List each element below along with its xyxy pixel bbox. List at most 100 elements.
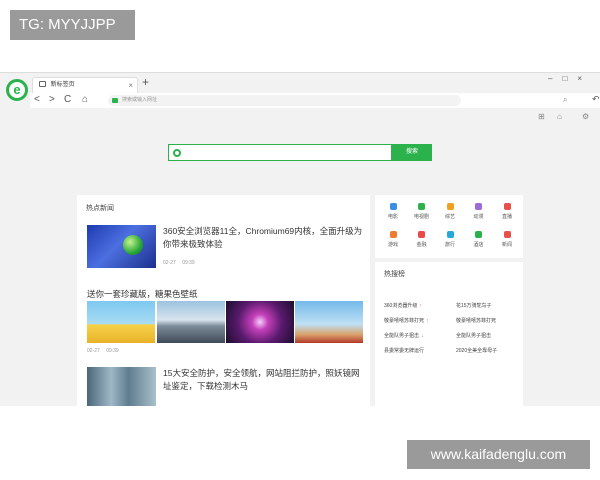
trend-up-icon: ↑ bbox=[419, 303, 422, 309]
app-shortcut[interactable]: 综艺 bbox=[435, 203, 465, 220]
app-shortcut-label: 动漫 bbox=[473, 214, 484, 220]
app-shortcuts-panel: 电影 电视剧 综艺 动漫 直播游戏 金融 旅行 酒店 新闻 bbox=[375, 195, 523, 258]
green-ball-image bbox=[123, 235, 143, 255]
app-shortcut-label: 金融 bbox=[416, 242, 427, 248]
tab-new-tab[interactable]: 新标签页 × bbox=[32, 77, 138, 93]
app-shortcut-label: 综艺 bbox=[444, 214, 455, 220]
news-section-title: 热点新闻 bbox=[86, 205, 114, 212]
hot-search-item-text: 全能队男子狙击 bbox=[456, 333, 492, 339]
undo-icon[interactable]: ↶ bbox=[592, 94, 600, 105]
app-shortcut[interactable]: 金融 bbox=[407, 231, 437, 248]
news-panel: 热点新闻 360安全浏览器11全，Chromium69内核，全面升级为你带来极致… bbox=[77, 195, 370, 406]
app-shortcut-label: 电影 bbox=[387, 214, 398, 220]
app-shortcut[interactable]: 电视剧 bbox=[407, 203, 437, 220]
hot-search-item[interactable]: 2020全美全靠母子 bbox=[456, 347, 497, 354]
browser-logo-icon: e bbox=[6, 79, 28, 101]
close-window-icon[interactable]: × bbox=[577, 74, 592, 83]
hot-search-item-text: 县委常委无牌运行 bbox=[384, 348, 425, 354]
hot-search-item[interactable]: 县委常委无牌运行 bbox=[384, 347, 424, 354]
app-shortcut-icon bbox=[389, 203, 397, 210]
tab-close-icon[interactable]: × bbox=[128, 78, 133, 93]
address-bar[interactable]: 搜索或输入网址 bbox=[108, 95, 461, 106]
app-shortcut[interactable]: 动漫 bbox=[464, 203, 494, 220]
news-time: 09:39 bbox=[182, 260, 195, 266]
app-shortcut[interactable]: 酒店 bbox=[464, 231, 494, 248]
home-icon[interactable]: ⌂ bbox=[82, 94, 88, 106]
new-tab-page: ⊞ ⌂ ⚙ 搜索 热点新闻 360安全浏览器11全，Chromium69内核，全… bbox=[0, 109, 600, 406]
search-engine-icon bbox=[173, 149, 181, 157]
hot-search-item[interactable]: 360浏览器升级 ↑ bbox=[384, 302, 422, 309]
maximize-icon[interactable]: □ bbox=[562, 74, 577, 83]
grid-icon[interactable]: ⊞ bbox=[538, 112, 545, 121]
tab-title: 新标签页 bbox=[50, 82, 75, 88]
app-shortcut-icon bbox=[389, 231, 397, 238]
app-shortcut[interactable]: 电影 bbox=[378, 203, 408, 220]
app-shortcut-label: 游戏 bbox=[387, 242, 398, 248]
wallpaper-thumbnail[interactable] bbox=[295, 301, 363, 343]
app-shortcut-icon bbox=[475, 203, 482, 210]
hot-search-item[interactable]: 敬豪嘻嘻苏菲打死 bbox=[456, 317, 496, 324]
shield-icon bbox=[112, 98, 118, 103]
hot-search-item[interactable]: 花15万骑鸵鸟子 bbox=[456, 302, 492, 309]
app-shortcut-label: 新闻 bbox=[501, 242, 512, 248]
hot-search-item[interactable]: 全能队男子狙击 ↓ bbox=[384, 332, 424, 339]
app-shortcut-label: 电视剧 bbox=[413, 214, 429, 220]
app-shortcut-icon bbox=[475, 231, 482, 238]
settings-icon[interactable]: ⚙ bbox=[582, 112, 589, 121]
forward-icon[interactable]: > bbox=[49, 94, 55, 106]
hot-search-item[interactable]: 敬豪嘻嘻苏菲打死 ↑ bbox=[384, 317, 429, 324]
news-date: 02-27 bbox=[163, 260, 176, 266]
browser-window: e 新标签页 × + –□× < > C ⌂ 搜索或输入网址 ⌕ ↶ ≡ ⊞ ⌂… bbox=[0, 72, 600, 406]
address-search-icon[interactable]: ⌕ bbox=[563, 95, 567, 105]
hot-search-item-text: 全能队男子狙击 bbox=[384, 333, 420, 339]
hot-search-item-text: 2020全美全靠母子 bbox=[456, 348, 498, 354]
new-tab-button[interactable]: + bbox=[142, 75, 149, 89]
navigation-bar: < > C ⌂ 搜索或输入网址 ⌕ ↶ ≡ bbox=[30, 93, 600, 108]
hot-search-item-text: 敬豪嘻嘻苏菲打死 bbox=[456, 318, 497, 324]
news-thumbnail-blue-cubes[interactable] bbox=[87, 225, 156, 268]
search-button[interactable]: 搜索 bbox=[392, 144, 432, 161]
news-thumbnail-buildings[interactable] bbox=[87, 367, 156, 406]
app-shortcut-icon bbox=[446, 203, 454, 210]
wallpaper-thumbnail[interactable] bbox=[87, 301, 155, 343]
hot-search-item-text: 敬豪嘻嘻苏菲打死 bbox=[384, 318, 425, 324]
hot-search-title: 热搜榜 bbox=[384, 271, 405, 278]
news-item-meta: 02-27 09:39 bbox=[163, 260, 195, 266]
news-date: 02-27 bbox=[87, 348, 100, 354]
trend-up-icon: ↑ bbox=[426, 318, 429, 324]
tab-page-icon bbox=[39, 81, 46, 87]
app-shortcut[interactable]: 旅行 bbox=[435, 231, 465, 248]
trend-down-icon: ↓ bbox=[421, 333, 424, 339]
window-controls: –□× bbox=[548, 74, 592, 83]
app-shortcut-label: 旅行 bbox=[444, 242, 455, 248]
app-shortcut[interactable]: 新闻 bbox=[492, 231, 522, 248]
app-shortcut-label: 酒店 bbox=[473, 242, 484, 248]
news-time: 09:39 bbox=[106, 348, 119, 354]
hot-search-item-text: 360浏览器升级 bbox=[384, 303, 418, 309]
news-item-meta: 02-27 09:39 bbox=[87, 348, 119, 354]
app-shortcut[interactable]: 游戏 bbox=[378, 231, 408, 248]
address-placeholder: 搜索或输入网址 bbox=[122, 97, 158, 103]
app-shortcut-icon bbox=[503, 231, 511, 238]
hot-search-item[interactable]: 全能队男子狙击 bbox=[456, 332, 491, 339]
watermark-top: TG: MYYJJPP bbox=[10, 10, 135, 40]
back-icon[interactable]: < bbox=[34, 94, 40, 106]
wallpaper-thumbnail[interactable] bbox=[226, 301, 294, 343]
home-page-icon[interactable]: ⌂ bbox=[557, 112, 562, 121]
minimize-icon[interactable]: – bbox=[548, 74, 562, 83]
app-shortcut[interactable]: 直播 bbox=[492, 203, 522, 220]
news-item-title[interactable]: 送你一套珍藏版，糖果色壁纸 bbox=[87, 288, 198, 300]
search-input[interactable] bbox=[168, 144, 392, 161]
reload-icon[interactable]: C bbox=[64, 94, 71, 106]
app-shortcut-label: 直播 bbox=[501, 214, 512, 220]
hot-search-panel: 热搜榜 360浏览器升级 ↑ 花15万骑鸵鸟子 敬豪嘻嘻苏菲打死 ↑ 敬豪嘻嘻苏菲打死 全能… bbox=[375, 262, 523, 406]
news-item-title[interactable]: 360安全浏览器11全，Chromium69内核，全面升级为你带来极致体验 bbox=[163, 225, 363, 251]
app-shortcut-icon bbox=[503, 203, 511, 210]
app-shortcut-icon bbox=[418, 231, 425, 238]
watermark-bottom: www.kaifadenglu.com bbox=[407, 440, 590, 469]
app-shortcut-icon bbox=[418, 203, 425, 210]
news-item-title[interactable]: 15大安全防护，安全领航，网站阻拦防护，照妖镜网址鉴定，下载检测木马 bbox=[163, 367, 363, 393]
app-shortcut-icon bbox=[446, 231, 454, 238]
wallpaper-thumbnail[interactable] bbox=[157, 301, 225, 343]
hot-search-item-text: 花15万骑鸵鸟子 bbox=[456, 303, 492, 309]
